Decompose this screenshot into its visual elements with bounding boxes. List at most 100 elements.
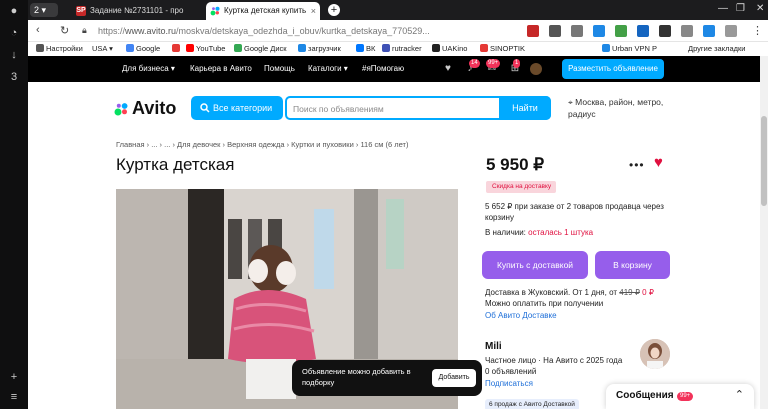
location-selector[interactable]: ⌖ Москва, район, метро, радиус: [568, 96, 678, 120]
scrollbar-thumb[interactable]: [761, 116, 767, 206]
close-tab-icon[interactable]: ×: [311, 2, 316, 20]
bookmark-google-drive[interactable]: Google Диск: [234, 42, 287, 56]
delivery-new-price: 0 ₽: [642, 288, 654, 297]
bookmark-rutracker[interactable]: rutracker: [382, 42, 422, 56]
extension-icon[interactable]: [659, 25, 671, 37]
bundle-offer: 5 652 ₽ при заказе от 2 товаров продавца…: [485, 202, 664, 222]
seller-status: Частное лицо · На Авито с 2025 года: [485, 356, 623, 365]
tab-count: 2: [34, 5, 40, 15]
profile-icon[interactable]: ●: [7, 4, 21, 18]
workspace-3-icon[interactable]: 3: [7, 70, 21, 84]
availability-label: В наличии:: [485, 228, 526, 237]
link-career[interactable]: Карьера в Авито: [190, 64, 252, 73]
extension-icon[interactable]: [593, 25, 605, 37]
url-path: /moskva/detskaya_odezhda_i_obuv/kurtka_d…: [176, 26, 430, 36]
close-window-icon[interactable]: ✕: [756, 3, 764, 14]
avito-logo-icon: [114, 103, 128, 116]
seller-name[interactable]: Mili: [485, 341, 502, 352]
add-to-collection-toast: Объявление можно добавить в подборку Доб…: [292, 360, 482, 396]
breadcrumb[interactable]: Главная › ... › ... › Для девочек › Верх…: [116, 140, 408, 149]
add-panel-icon[interactable]: +: [7, 370, 21, 384]
toast-text: Объявление можно добавить в подборку: [302, 367, 411, 387]
delivery-info: Доставка в Жуковский. От 1 дня, от 419 ₽…: [485, 287, 675, 298]
subscribe-link[interactable]: Подписаться: [485, 378, 533, 389]
tab-avito[interactable]: Куртка детская купить ×: [206, 2, 320, 20]
logo-text: Avito: [132, 98, 177, 118]
delivery-old-price: 419 ₽: [619, 288, 640, 297]
bookmark-vk[interactable]: ВК: [356, 42, 375, 56]
url-host: www.avito.ru: [125, 26, 177, 36]
search-input[interactable]: [293, 101, 493, 117]
payment-info: Можно оплатить при получении: [485, 299, 604, 308]
browser-window: ● ◔ ↓ 3 + ≡ 2 ▾ SP Задание №2731101 - пр…: [0, 0, 768, 409]
address-bar: ‹ ↻ 🔒︎ https://www.avito.ru/moskva/detsk…: [28, 20, 768, 42]
add-to-cart-button[interactable]: В корзину: [595, 251, 670, 279]
bookmark-icon[interactable]: [725, 25, 737, 37]
panel-menu-icon[interactable]: ≡: [7, 390, 21, 404]
bookmark-downloader[interactable]: загрузчик: [298, 42, 341, 56]
avito-logo[interactable]: Avito: [114, 98, 177, 119]
reload-icon[interactable]: ↻: [60, 24, 69, 37]
notifications-badge: 14: [469, 59, 480, 68]
about-delivery-link[interactable]: Об Авито Доставке: [485, 310, 557, 321]
extension-icon[interactable]: [571, 25, 583, 37]
bookmark-sinoptik[interactable]: SINOPTIK: [480, 42, 525, 56]
bookmark-usa[interactable]: USA ▾: [92, 42, 113, 56]
bookmark-google[interactable]: Google: [126, 42, 160, 56]
link-business[interactable]: Для бизнеса ▾: [122, 64, 175, 73]
toast-add-button[interactable]: Добавить: [432, 369, 476, 387]
tab-task[interactable]: SP Задание №2731101 - про: [72, 2, 202, 20]
messages-label: Сообщения: [616, 390, 674, 401]
tab-label: Куртка детская купить: [224, 6, 307, 15]
find-button[interactable]: Найти: [499, 96, 551, 120]
bookmark-other[interactable]: Другие закладки: [688, 42, 745, 56]
favorites-heart-icon[interactable]: ♥: [442, 63, 454, 75]
avatar-image: [640, 339, 670, 369]
buy-with-delivery-button[interactable]: Купить с доставкой: [482, 251, 588, 279]
seller-avatar[interactable]: [640, 339, 670, 369]
bookmark-settings[interactable]: Настройки: [36, 42, 83, 56]
price: 5 950 ₽: [486, 155, 545, 174]
extension-icon[interactable]: [527, 25, 539, 37]
extension-icon[interactable]: [549, 25, 561, 37]
seller-ads: 0 объявлений: [485, 367, 537, 376]
download-icon[interactable]: [703, 25, 715, 37]
back-icon[interactable]: ‹: [36, 24, 40, 36]
history-icon[interactable]: ◔: [7, 26, 21, 40]
extension-icon[interactable]: [615, 25, 627, 37]
menu-icon[interactable]: ⋮: [752, 24, 763, 37]
tab-counter[interactable]: 2 ▾: [30, 3, 58, 17]
extension-icon[interactable]: [637, 25, 649, 37]
favorite-heart-icon[interactable]: ♥: [654, 154, 663, 171]
link-catalogs[interactable]: Каталоги ▾: [308, 64, 348, 73]
downloads-icon[interactable]: ↓: [7, 48, 21, 62]
minimize-icon[interactable]: —: [718, 3, 728, 14]
url-field[interactable]: https://www.avito.ru/moskva/detskaya_ode…: [98, 23, 468, 39]
chevron-up-icon[interactable]: ⌃: [735, 388, 744, 401]
link-ya-pomogayu[interactable]: #яПомогаю: [362, 64, 404, 73]
messages-badge: 99+: [486, 59, 501, 68]
new-tab-button[interactable]: +: [328, 4, 340, 16]
all-categories-button[interactable]: Все категории: [191, 96, 283, 120]
more-options-icon[interactable]: •••: [629, 158, 645, 172]
extension-icon[interactable]: [681, 25, 693, 37]
post-ad-button[interactable]: Разместить объявление: [562, 59, 664, 79]
link-help[interactable]: Помощь: [264, 64, 295, 73]
avito-favicon-icon: [210, 6, 220, 16]
search-bar: Найти: [285, 96, 551, 120]
all-categories-label: Все категории: [213, 103, 273, 113]
restore-icon[interactable]: ❐: [736, 3, 745, 14]
user-avatar[interactable]: [530, 63, 542, 75]
page-title: Куртка детская: [116, 155, 235, 174]
bookmark-urban-vpn[interactable]: Urban VPN P: [602, 42, 657, 56]
messages-widget[interactable]: Сообщения 99+ ⌃: [606, 384, 754, 409]
location-text: Москва, район, метро, радиус: [568, 97, 664, 119]
page-scrollbar[interactable]: [760, 56, 768, 409]
bookmark-uakino[interactable]: UAKino: [432, 42, 467, 56]
messages-count-badge: 99+: [677, 392, 694, 401]
discount-badge: Скидка на доставку: [486, 181, 557, 193]
bookmark-red[interactable]: [172, 42, 182, 56]
bookmark-youtube[interactable]: YouTube: [186, 42, 225, 56]
tab-bar: 2 ▾ SP Задание №2731101 - про Куртка дет…: [28, 0, 768, 20]
delivery-text: Доставка в Жуковский. От 1 дня, от: [485, 288, 618, 297]
